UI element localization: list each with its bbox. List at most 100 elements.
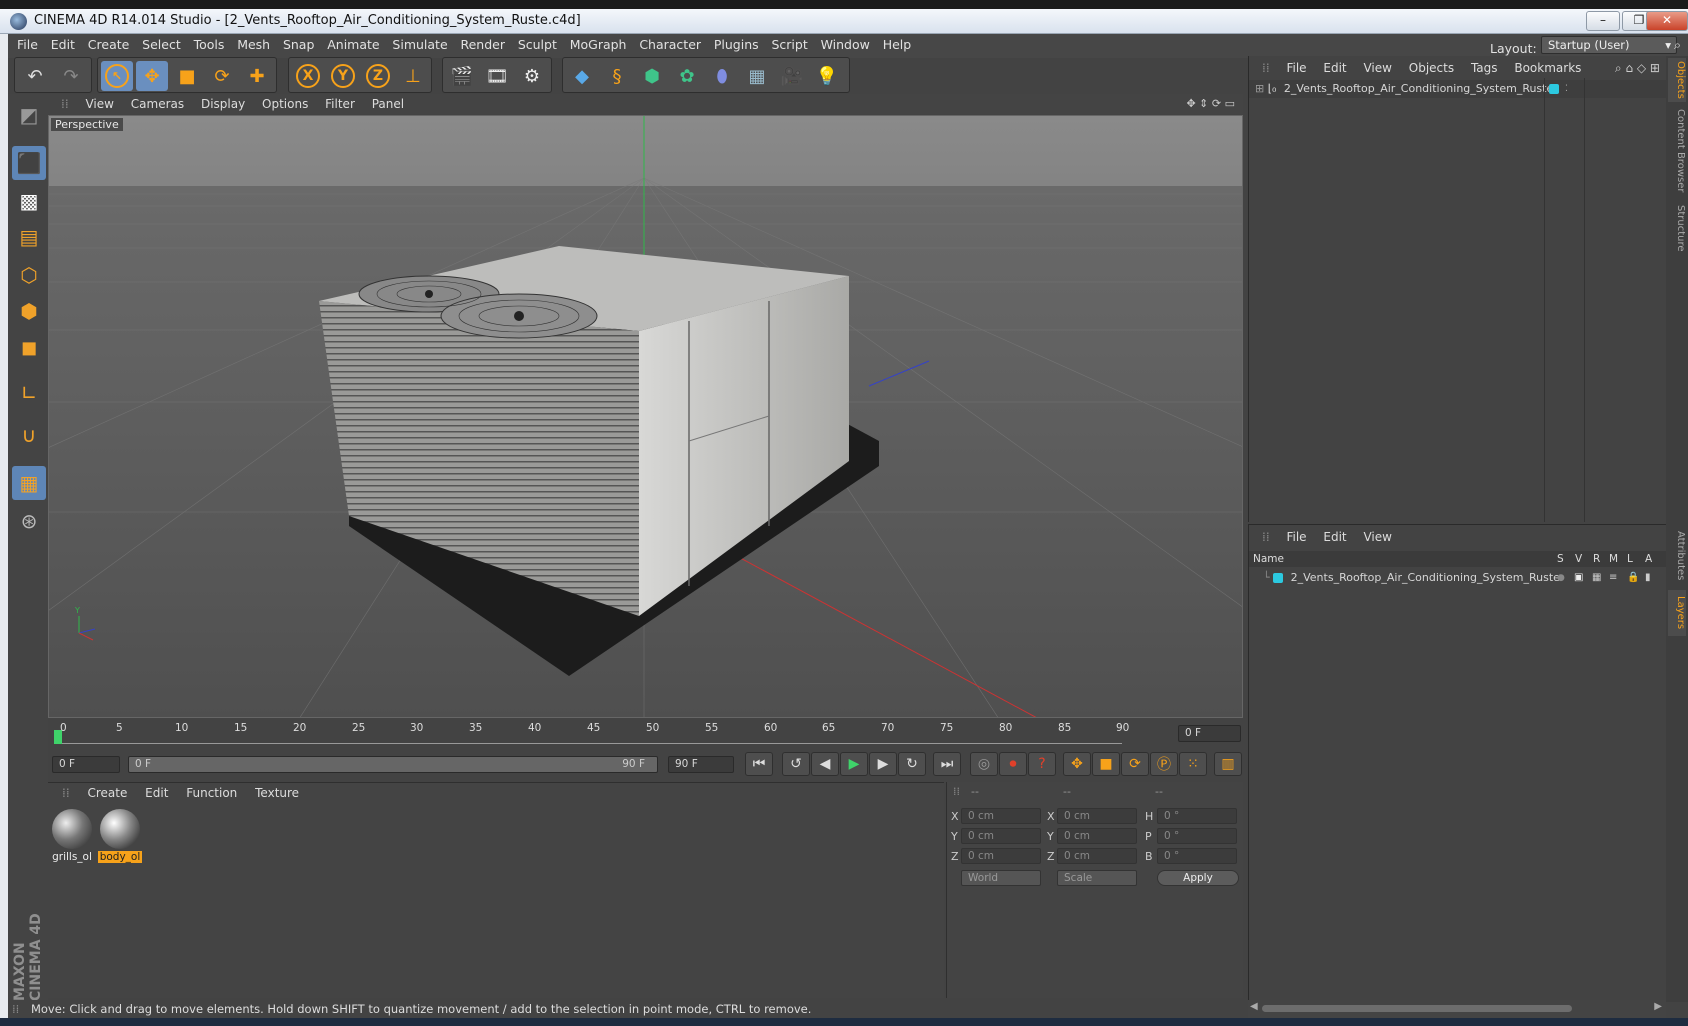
viewport-menu-filter[interactable]: Filter [325,94,355,114]
light-icon[interactable]: 💡 [811,61,843,91]
coordinate-space-select[interactable]: World [961,870,1041,886]
visibility-dots-icon[interactable]: ⁚ [1565,80,1568,98]
material-menu-texture[interactable]: Texture [255,783,299,803]
object-menu-objects[interactable]: Objects [1409,58,1454,78]
object-menu-edit[interactable]: Edit [1323,58,1346,78]
key-scale-icon[interactable]: ■ [1092,752,1120,776]
menu-create[interactable]: Create [79,34,130,56]
material-menu-create[interactable]: Create [87,783,127,803]
menu-select[interactable]: Select [133,34,181,56]
go-to-end-icon[interactable]: ⏭ [933,752,961,776]
timeline-window-icon[interactable]: ▥ [1214,752,1242,776]
position-z-field[interactable]: 0 cm [961,848,1041,864]
layer-horizontal-scrollbar[interactable]: ◀ ▶ [1248,1000,1666,1018]
lock-toggle-icon[interactable]: 🔒 [1627,569,1639,587]
camera-icon[interactable]: 🎥 [776,61,808,91]
layout-select[interactable]: Startup (User) [1541,36,1677,54]
viewport-menu-panel[interactable]: Panel [372,94,404,114]
menu-mograph[interactable]: MoGraph [561,34,627,56]
key-position-icon[interactable]: ✥ [1063,752,1091,776]
layer-color-swatch[interactable] [1273,573,1284,583]
rotation-b-field[interactable]: 0 ° [1157,848,1237,864]
rotate-tool-icon[interactable]: ⟳ [206,61,238,91]
menu-animate[interactable]: Animate [318,34,379,56]
previous-key-icon[interactable]: ↺ [782,752,810,776]
expand-icon[interactable]: ⊞ [1255,82,1264,95]
viewport-menu-cameras[interactable]: Cameras [131,94,184,114]
rotation-p-field[interactable]: 0 ° [1157,828,1237,844]
menu-character[interactable]: Character [630,34,701,56]
render-picture-viewer-icon[interactable]: 🎞 [481,61,513,91]
next-frame-icon[interactable]: ▶ [869,752,897,776]
animation-toggle-icon[interactable]: ▮ [1645,569,1651,587]
last-tool-icon[interactable]: ✚ [241,61,273,91]
perspective-viewport[interactable]: Y Perspective [48,115,1243,718]
object-menu-file[interactable]: File [1286,58,1306,78]
spline-icon[interactable]: § [601,61,633,91]
timeline-ruler[interactable]: 0 5 10 15 20 25 30 35 40 45 50 55 60 65 … [48,720,1243,748]
size-y-field[interactable]: 0 cm [1057,828,1137,844]
end-frame-field[interactable]: 90 F [668,756,734,773]
layer-menu-view[interactable]: View [1363,527,1391,547]
viewport-menu-view[interactable]: View [85,94,113,114]
live-selection-icon[interactable]: ↖ [101,61,133,91]
minimize-button[interactable]: – [1586,11,1620,31]
key-pla-icon[interactable]: ⁙ [1179,752,1207,776]
scroll-thumb[interactable] [1262,1005,1572,1012]
undo-icon[interactable]: ↶ [19,61,51,91]
magnet-icon[interactable]: ∪ [12,418,46,452]
next-key-icon[interactable]: ↻ [898,752,926,776]
viewport-menu-options[interactable]: Options [262,94,308,114]
menu-plugins[interactable]: Plugins [705,34,759,56]
tab-content-browser[interactable]: Content Browser [1668,106,1686,196]
object-toolbar-icons[interactable]: ⌕ ⌂ ◇ ⊞ [1615,58,1660,78]
edges-mode-icon[interactable]: ⬢ [12,294,46,328]
frame-range-slider[interactable]: 0 F 90 F [128,756,658,773]
material-swatch-grills[interactable]: grills_ol [48,807,96,867]
search-icon[interactable]: ⌕ [1674,34,1681,56]
play-icon[interactable]: ▶ [840,752,868,776]
workplane-lock-icon[interactable]: ▦ [12,466,46,500]
cube-icon[interactable]: ◆ [566,61,598,91]
make-editable-icon[interactable]: ◩ [12,98,46,132]
size-mode-select[interactable]: Scale [1057,870,1137,886]
start-frame-field[interactable]: 0 F [52,756,120,773]
menu-tools[interactable]: Tools [185,34,225,56]
viewport-menu-display[interactable]: Display [201,94,245,114]
deformer-icon[interactable]: ⬮ [706,61,738,91]
material-swatch-body[interactable]: body_ol [96,807,144,867]
keyframe-help-icon[interactable]: ? [1028,752,1056,776]
floor-icon[interactable]: ▦ [741,61,773,91]
y-axis-icon[interactable]: Y [327,61,359,91]
previous-frame-icon[interactable]: ◀ [811,752,839,776]
rotation-h-field[interactable]: 0 ° [1157,808,1237,824]
scale-tool-icon[interactable]: ■ [171,61,203,91]
render-toggle-icon[interactable]: ▦ [1592,569,1601,587]
menu-window[interactable]: Window [812,34,870,56]
solo-toggle-icon[interactable]: ● [1557,569,1565,587]
current-frame-field[interactable]: 0 F [1178,725,1241,742]
record-keys-icon[interactable]: ◎ [970,752,998,776]
object-menu-view[interactable]: View [1363,58,1391,78]
menu-file[interactable]: File [8,34,38,56]
menu-snap[interactable]: Snap [274,34,314,56]
workplane-mode-icon[interactable]: ▤ [12,220,46,254]
points-mode-icon[interactable]: ⬡ [12,258,46,292]
viewport-nav-icons[interactable]: ✥ ⇕ ⟳ ▭ [1186,94,1235,114]
menu-sculpt[interactable]: Sculpt [509,34,557,56]
coordinate-system-icon[interactable]: ⊥ [397,61,429,91]
object-menu-tags[interactable]: Tags [1471,58,1498,78]
tab-layers[interactable]: Layers [1668,590,1686,636]
z-axis-icon[interactable]: Z [362,61,394,91]
render-settings-icon[interactable]: ⚙ [516,61,548,91]
go-to-start-icon[interactable]: ⏮ [745,752,773,776]
autokey-icon[interactable]: ⏺ [999,752,1027,776]
visibility-toggle-icon[interactable]: ▣ [1574,569,1583,587]
position-x-field[interactable]: 0 cm [961,808,1041,824]
layer-row[interactable]: └ 2_Vents_Rooftop_Air_Conditioning_Syste… [1249,569,1667,587]
menu-simulate[interactable]: Simulate [383,34,447,56]
manager-toggle-icon[interactable]: ≡ [1609,569,1617,587]
tab-objects[interactable]: Objects [1668,58,1686,102]
snap-icon[interactable]: ⊛ [12,504,46,538]
material-menu-function[interactable]: Function [186,783,237,803]
